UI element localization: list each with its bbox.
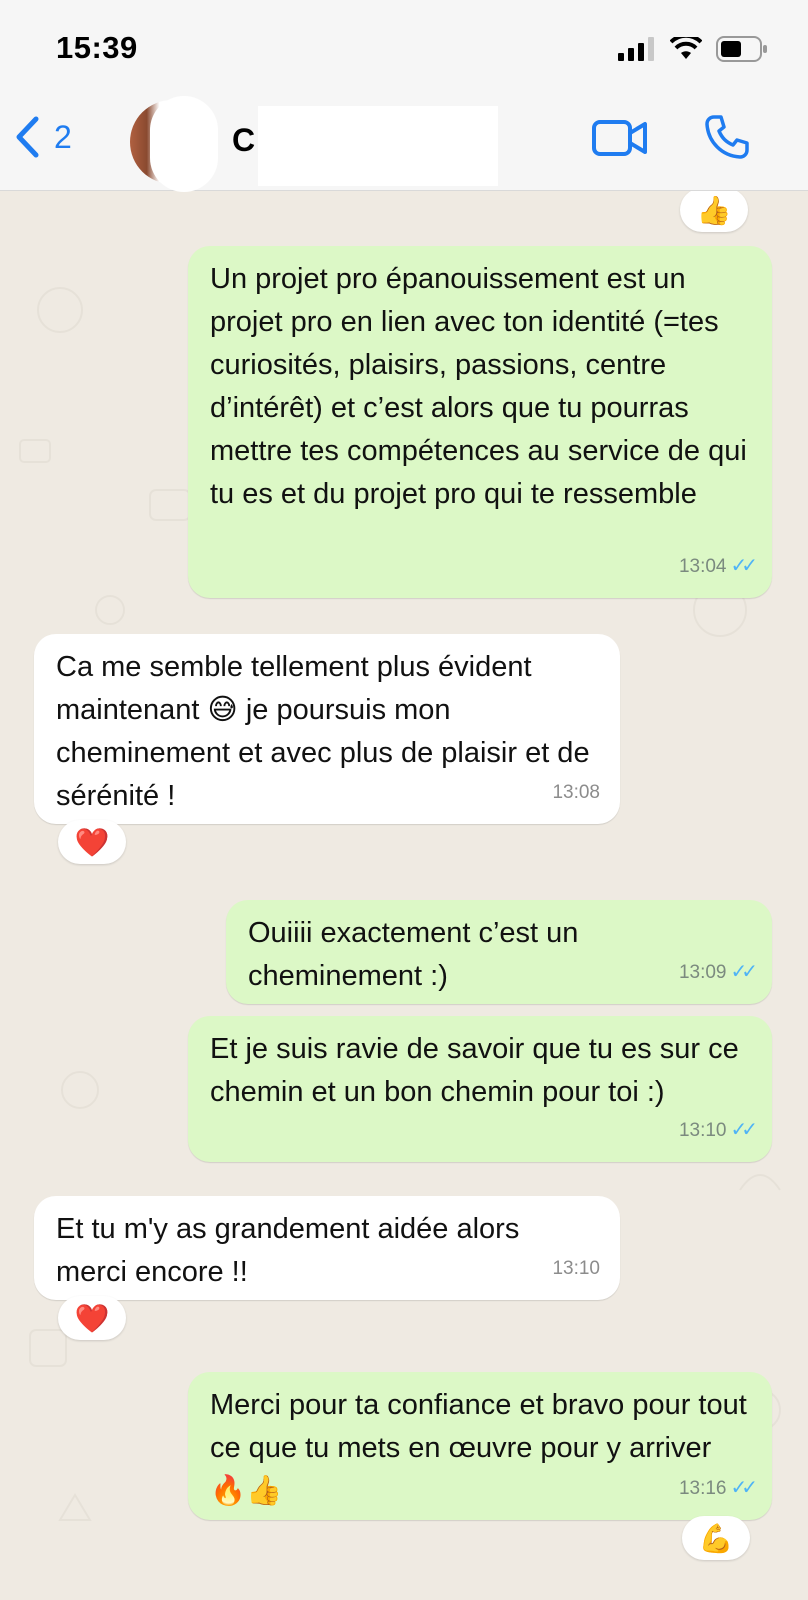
voice-call-button[interactable] [704,114,750,165]
battery-icon [716,36,767,62]
message-outgoing[interactable]: Merci pour ta confiance et bravo pour to… [188,1372,772,1520]
message-text: Ouiiii exactement c’est un cheminement :… [248,917,579,992]
message-incoming[interactable]: Ca me semble tellement plus évident main… [34,634,620,824]
message-meta: 13:16 ✓✓ [678,1467,758,1510]
name-redaction [258,106,498,186]
heart-icon: ❤️ [74,1301,110,1335]
message-text: Et je suis ravie de savoir que tu es sur… [210,1033,739,1108]
double-check-icon: ✓✓ [730,555,757,577]
status-icons [618,36,768,62]
signal-icon [618,37,654,61]
message-time: 13:10 [552,1258,600,1279]
message-time: 13:04 [678,556,727,577]
message-outgoing[interactable]: Un projet pro épanouissement est un proj… [188,246,772,598]
message-text: Et tu m'y as grandement aidée alors merc… [56,1213,520,1288]
message-time: 13:16 [678,1478,727,1499]
message-time: 13:10 [678,1120,727,1141]
flexed-biceps-icon: 💪 [698,1521,734,1555]
heart-icon: ❤️ [74,825,110,859]
unread-count: 2 [54,118,72,155]
wifi-icon [670,37,702,59]
video-call-button[interactable] [592,118,648,163]
video-camera-icon [592,120,647,156]
reaction-badge[interactable]: 💪 [682,1516,750,1560]
message-time: 13:09 [678,962,727,983]
phone-icon [705,115,749,159]
status-time: 15:39 [56,30,138,65]
double-check-icon: ✓✓ [730,1477,757,1499]
back-button[interactable]: 2 [14,116,72,158]
message-meta: 13:04 ✓✓ [678,545,758,588]
double-check-icon: ✓✓ [730,961,757,983]
top-bar: 15:39 2 C [0,0,808,192]
double-check-icon: ✓✓ [730,1119,757,1141]
message-meta: 13:08 [552,771,600,814]
message-time: 13:08 [552,782,600,803]
message-meta: 13:09 ✓✓ [678,951,758,994]
message-text: Merci pour ta confiance et bravo pour to… [210,1389,747,1507]
avatar-redaction [150,96,218,192]
message-text: Un projet pro épanouissement est un proj… [210,263,747,510]
message-incoming[interactable]: Et tu m'y as grandement aidée alors merc… [34,1196,620,1300]
reaction-badge[interactable]: 👍 [680,190,748,232]
message-meta: 13:10 ✓✓ [678,1109,758,1152]
contact-name[interactable]: C [232,122,255,159]
reaction-badge[interactable]: ❤️ [58,1296,126,1340]
reaction-badge[interactable]: ❤️ [58,820,126,864]
message-outgoing[interactable]: Et je suis ravie de savoir que tu es sur… [188,1016,772,1162]
chat-area[interactable]: 👍 Un projet pro épanouissement est un pr… [0,190,808,1600]
message-outgoing[interactable]: Ouiiii exactement c’est un cheminement :… [226,900,772,1004]
message-meta: 13:10 [552,1247,600,1290]
chevron-left-icon [16,116,39,158]
thumbs-up-icon: 👍 [696,193,732,227]
message-text: Ca me semble tellement plus évident main… [56,651,590,812]
